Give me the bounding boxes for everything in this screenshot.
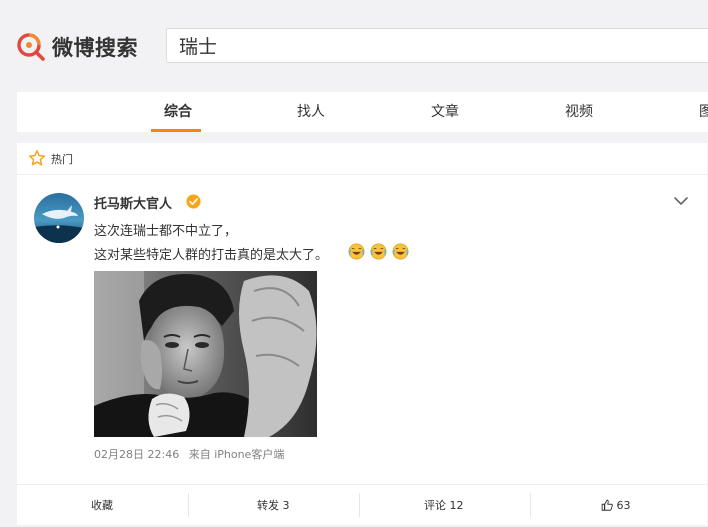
tab-articles[interactable]: 文章 — [431, 92, 459, 132]
post-image[interactable] — [94, 271, 317, 437]
like-count: 63 — [616, 499, 631, 512]
active-tab-indicator — [151, 129, 201, 132]
divider — [188, 493, 189, 517]
laugh-cry-emoji-icon — [392, 243, 409, 260]
divider — [530, 493, 531, 517]
search-box[interactable] — [166, 28, 708, 63]
post-timestamp[interactable]: 02月28日 22:46 — [94, 448, 179, 461]
favorite-button[interactable]: 收藏 — [91, 485, 113, 526]
post-source: 来自 iPhone客户端 — [188, 448, 285, 461]
laugh-cry-emoji-icon — [370, 243, 387, 260]
comment-button[interactable]: 评论 12 — [424, 485, 464, 526]
username[interactable]: 托马斯大官人 — [94, 193, 172, 212]
tab-comprehensive[interactable]: 综合 — [164, 92, 192, 132]
feed-card: 热门 托马斯大官人 这次连瑞士都不中立了， 这对某些特定人群的打击真的是太大了。 — [17, 143, 707, 525]
search-logo-icon — [17, 33, 45, 61]
repost-button[interactable]: 转发 3 — [257, 485, 290, 526]
avatar[interactable] — [34, 193, 84, 243]
post-text-line-2: 这对某些特定人群的打击真的是太大了。 — [94, 248, 329, 263]
logo-text: 微博搜索 — [52, 36, 138, 60]
search-tabs: 综合 找人 文章 视频 图 — [17, 92, 708, 132]
laugh-cry-emoji-icon — [348, 243, 365, 260]
post-meta: 02月28日 22:46 来自 iPhone客户端 — [94, 446, 284, 462]
weibo-search-logo[interactable]: 微博搜索 — [16, 31, 156, 63]
chevron-down-icon[interactable] — [674, 196, 688, 206]
tab-users[interactable]: 找人 — [297, 92, 325, 132]
thumbs-up-icon — [601, 499, 613, 511]
hot-section-bar: 热门 — [17, 143, 707, 175]
header: 微博搜索 — [0, 0, 708, 80]
verified-icon — [186, 194, 201, 209]
avatar-image — [34, 193, 84, 243]
hot-label: 热门 — [51, 153, 73, 166]
search-input[interactable] — [177, 33, 708, 58]
tab-images[interactable]: 图 — [699, 92, 708, 132]
action-bar: 收藏 转发 3 评论 12 63 — [17, 484, 707, 526]
tab-videos[interactable]: 视频 — [565, 92, 593, 132]
star-icon — [28, 150, 46, 166]
like-button[interactable]: 63 — [601, 485, 631, 526]
post-photo — [94, 271, 317, 437]
divider — [359, 493, 360, 517]
post-text-line-1: 这次连瑞士都不中立了， — [94, 224, 238, 239]
